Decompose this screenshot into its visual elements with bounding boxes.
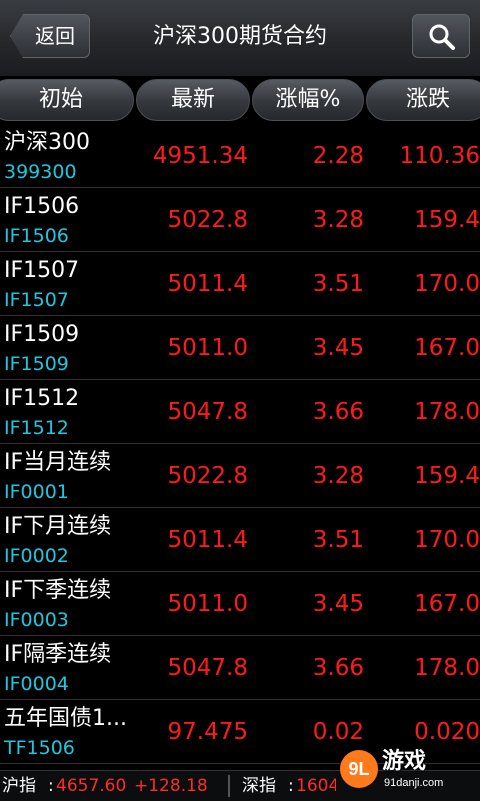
quote-row[interactable]: IF1509 IF1509 5011.0 3.45 167.0 [0, 316, 480, 380]
change-percent: 3.66 [312, 655, 364, 681]
change-percent: 3.45 [312, 591, 364, 617]
change-value: 170.0 [414, 527, 480, 553]
contract-code: IF1506 [4, 225, 69, 247]
index-ticker: 沪指 : 4657.60 +128.18 深指 : 1604 [0, 770, 480, 801]
column-header-initial[interactable]: 初始 [0, 79, 134, 121]
change-percent: 0.02 [312, 719, 364, 745]
contract-code: IF0003 [4, 609, 69, 631]
quote-row[interactable]: IF下季连续 IF0003 5011.0 3.45 167.0 [0, 572, 480, 636]
title-bar: 返回 沪深300期货合约 [0, 0, 480, 77]
contract-code: IF1507 [4, 289, 69, 311]
contract-code: IF0004 [4, 673, 69, 695]
sz-index-value: 1604 [296, 776, 336, 796]
latest-price: 4951.34 [152, 143, 248, 169]
change-value: 178.0 [414, 399, 480, 425]
contract-code: TF1506 [4, 737, 75, 759]
quote-row[interactable]: IF1506 IF1506 5022.8 3.28 159.4 [0, 188, 480, 252]
contract-code: IF0001 [4, 481, 69, 503]
change-percent: 2.28 [312, 143, 364, 169]
sh-index-change: +128.18 [134, 776, 208, 796]
back-button[interactable]: 返回 [10, 14, 90, 58]
latest-price: 5047.8 [167, 399, 248, 425]
change-percent: 3.28 [312, 207, 364, 233]
sh-index-label: 沪指 [2, 776, 36, 796]
contract-name: 五年国债1... [4, 706, 127, 731]
search-icon [429, 24, 455, 50]
contract-code: IF0002 [4, 545, 69, 567]
column-header-change-percent[interactable]: 涨幅% [252, 79, 364, 121]
quote-row[interactable]: IF1507 IF1507 5011.4 3.51 170.0 [0, 252, 480, 316]
contract-name: IF下季连续 [4, 578, 112, 603]
contract-name: IF下月连续 [4, 514, 112, 539]
contract-code: IF1509 [4, 353, 69, 375]
contract-name: IF当月连续 [4, 450, 112, 475]
ticker-separator: : [288, 776, 294, 796]
quote-row[interactable]: IF隔季连续 IF0004 5047.8 3.66 178.0 [0, 636, 480, 700]
change-percent: 3.45 [312, 335, 364, 361]
ticker-divider [228, 775, 230, 797]
contract-code: IF1512 [4, 417, 69, 439]
change-percent: 3.28 [312, 463, 364, 489]
column-header-change[interactable]: 涨跌 [366, 79, 480, 121]
change-value: 0.020 [414, 719, 480, 745]
latest-price: 5011.4 [167, 527, 248, 553]
search-button[interactable] [412, 14, 470, 58]
contract-name: IF隔季连续 [4, 642, 112, 667]
change-percent: 3.51 [312, 527, 364, 553]
page-title: 沪深300期货合约 [153, 24, 327, 49]
quote-list: 沪深300 399300 4951.34 2.28 110.36 IF1506 … [0, 124, 480, 764]
sh-index-value: 4657.60 [56, 776, 127, 796]
sz-index-label: 深指 [242, 776, 276, 796]
latest-price: 5011.0 [167, 335, 248, 361]
change-value: 170.0 [414, 271, 480, 297]
contract-name: 沪深300 [4, 130, 90, 155]
change-value: 167.0 [414, 591, 480, 617]
quote-row[interactable]: 沪深300 399300 4951.34 2.28 110.36 [0, 124, 480, 188]
change-percent: 3.51 [312, 271, 364, 297]
latest-price: 5047.8 [167, 655, 248, 681]
change-value: 110.36 [399, 143, 480, 169]
change-value: 167.0 [414, 335, 480, 361]
change-percent: 3.66 [312, 399, 364, 425]
latest-price: 5022.8 [167, 207, 248, 233]
quote-row[interactable]: 五年国债1... TF1506 97.475 0.02 0.020 [0, 700, 480, 764]
contract-name: IF1507 [4, 258, 80, 283]
contract-name: IF1512 [4, 386, 80, 411]
contract-name: IF1506 [4, 194, 80, 219]
quote-row[interactable]: IF下月连续 IF0002 5011.4 3.51 170.0 [0, 508, 480, 572]
latest-price: 5011.0 [167, 591, 248, 617]
quote-row[interactable]: IF当月连续 IF0001 5022.8 3.28 159.4 [0, 444, 480, 508]
contract-name: IF1509 [4, 322, 80, 347]
latest-price: 5011.4 [167, 271, 248, 297]
latest-price: 5022.8 [167, 463, 248, 489]
change-value: 159.4 [414, 207, 480, 233]
ticker-separator: : [48, 776, 54, 796]
quote-row[interactable]: IF1512 IF1512 5047.8 3.66 178.0 [0, 380, 480, 444]
column-header-bar: 初始 最新 涨幅% 涨跌 [0, 76, 480, 124]
column-header-latest[interactable]: 最新 [136, 79, 250, 121]
latest-price: 97.475 [167, 719, 248, 745]
change-value: 178.0 [414, 655, 480, 681]
contract-code: 399300 [4, 161, 77, 183]
change-value: 159.4 [414, 463, 480, 489]
